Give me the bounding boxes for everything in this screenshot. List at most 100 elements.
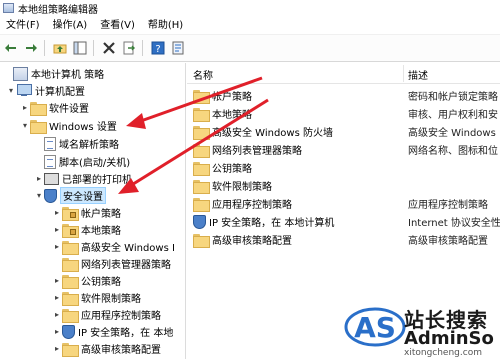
- list-row[interactable]: 帐户策略 密码和帐户锁定策略: [187, 87, 500, 104]
- folder-icon: [193, 233, 210, 248]
- tree-node-dns-policy[interactable]: 域名解析策略: [34, 135, 119, 152]
- tree-node-ip-security[interactable]: ▸ IP 安全策略，在 本地: [52, 323, 173, 340]
- back-button[interactable]: [2, 39, 20, 57]
- collapse-chevron-icon[interactable]: ▾: [20, 121, 30, 130]
- column-header-description[interactable]: 描述: [408, 67, 428, 82]
- collapse-chevron-icon[interactable]: ▾: [6, 86, 16, 95]
- folder-icon: [193, 89, 210, 104]
- tree-node-windows-firewall[interactable]: ▸ 高级安全 Windows I: [52, 238, 175, 255]
- tree-node-label: 域名解析策略: [59, 140, 119, 151]
- shield-icon: [44, 188, 57, 203]
- tree-node-scripts[interactable]: 脚本(启动/关机): [34, 153, 130, 170]
- list-row[interactable]: 高级审核策略配置 高级审核策略配置: [187, 231, 500, 248]
- properties-button[interactable]: [169, 39, 187, 57]
- svg-text:AS: AS: [354, 311, 396, 344]
- tree-node-advanced-audit[interactable]: ▸ 高级审核策略配置: [52, 340, 161, 357]
- row-name: 帐户策略: [212, 92, 252, 103]
- arrow-right-icon: [26, 44, 37, 52]
- folder-icon: [193, 143, 210, 158]
- list-row[interactable]: 本地策略 审核、用户权利和安: [187, 105, 500, 122]
- list-row[interactable]: 高级安全 Windows 防火墙 高级安全 Windows: [187, 123, 500, 140]
- list-header: 名称 描述: [187, 63, 500, 84]
- tree-node-security-settings[interactable]: ▾ 安全设置: [34, 187, 106, 204]
- menu-view[interactable]: 查看(V): [94, 16, 142, 35]
- tree-node-app-control[interactable]: ▸ 应用程序控制策略: [52, 306, 161, 323]
- arrow-left-icon: [5, 44, 16, 52]
- app-icon: [3, 3, 14, 13]
- list-row[interactable]: 软件限制策略: [187, 177, 500, 194]
- tree-node-computer-config[interactable]: ▾ 计算机配置: [6, 82, 85, 99]
- folder-icon: [62, 291, 79, 306]
- list-row[interactable]: 应用程序控制策略 应用程序控制策略: [187, 195, 500, 212]
- expand-chevron-icon[interactable]: ▸: [52, 225, 62, 234]
- tree-node-local-policy[interactable]: ▸ 本地策略: [52, 221, 121, 238]
- folder-up-icon: [53, 44, 67, 54]
- printer-icon: [44, 172, 59, 185]
- delete-button[interactable]: [100, 39, 118, 57]
- tree-node-windows-settings[interactable]: ▾ Windows 设置: [20, 117, 117, 134]
- watermark-url: xitongcheng.com: [404, 348, 482, 358]
- title-bar: 本地组策略编辑器: [0, 0, 500, 16]
- expand-chevron-icon[interactable]: ▸: [20, 103, 30, 112]
- locked-folder-icon: [62, 223, 79, 238]
- list-row[interactable]: 公钥策略: [187, 159, 500, 176]
- tree-node-software-settings[interactable]: ▸ 软件设置: [20, 99, 89, 116]
- menu-file[interactable]: 文件(F): [0, 16, 47, 35]
- tree-node-label: IP 安全策略，在 本地: [78, 328, 174, 339]
- row-description: 高级安全 Windows: [408, 128, 496, 139]
- expand-chevron-icon[interactable]: ▸: [52, 327, 62, 336]
- expand-chevron-icon[interactable]: ▸: [52, 310, 62, 319]
- site-watermark: AS 站长搜索 AdminSo xitongcheng.com: [344, 303, 500, 359]
- tree-node-public-key-policy[interactable]: ▸ 公钥策略: [52, 272, 121, 289]
- folder-icon: [193, 107, 210, 122]
- export-list-button[interactable]: [120, 39, 138, 57]
- folder-icon: [193, 179, 210, 194]
- tree-node-label: 高级审核策略配置: [81, 345, 161, 356]
- tree-node-network-list-policy[interactable]: 网络列表管理器策略: [52, 255, 171, 272]
- expand-chevron-icon[interactable]: ▸: [52, 208, 62, 217]
- tree-node-deployed-printers[interactable]: ▸ 已部署的打印机: [34, 170, 132, 187]
- column-header-name[interactable]: 名称: [193, 67, 213, 82]
- tree-node-local-computer-policy[interactable]: 本地计算机 策略: [3, 65, 104, 82]
- expand-chevron-icon[interactable]: ▸: [52, 293, 62, 302]
- expand-chevron-icon[interactable]: ▸: [52, 242, 62, 251]
- tree-node-software-restriction[interactable]: ▸ 软件限制策略: [52, 289, 141, 306]
- column-divider[interactable]: [403, 65, 404, 82]
- forward-button[interactable]: [22, 39, 40, 57]
- lock-icon: [70, 211, 76, 218]
- list-row[interactable]: IP 安全策略，在 本地计算机 Internet 协议安全性: [187, 213, 500, 230]
- properties-icon: [172, 41, 184, 55]
- tree-node-label: 帐户策略: [81, 209, 121, 220]
- expand-chevron-icon[interactable]: ▸: [52, 344, 62, 353]
- locked-folder-icon: [62, 206, 79, 221]
- collapse-chevron-icon[interactable]: ▾: [34, 191, 44, 200]
- up-folder-button[interactable]: [51, 39, 69, 57]
- show-tree-button[interactable]: [71, 39, 89, 57]
- help-button[interactable]: ?: [149, 39, 167, 57]
- list-row[interactable]: 网络列表管理器策略 网络名称、图标和位: [187, 141, 500, 158]
- expand-chevron-icon[interactable]: ▸: [34, 174, 44, 183]
- shield-icon: [193, 214, 206, 229]
- folder-icon: [193, 161, 210, 176]
- menu-help[interactable]: 帮助(H): [142, 16, 190, 35]
- folder-icon: [62, 274, 79, 289]
- tree-node-account-policy[interactable]: ▸ 帐户策略: [52, 204, 121, 221]
- tree-node-label: 软件设置: [49, 104, 89, 115]
- tree-node-label: 本地计算机 策略: [31, 70, 105, 81]
- watermark-en-text: AdminSo: [404, 328, 494, 349]
- policy-icon: [13, 66, 28, 81]
- menu-action[interactable]: 操作(A): [47, 16, 95, 35]
- folder-icon: [62, 308, 79, 323]
- row-description: 审核、用户权利和安: [408, 110, 498, 121]
- toolbar: ?: [0, 35, 500, 62]
- row-description: Internet 协议安全性: [408, 218, 500, 229]
- expand-chevron-icon[interactable]: ▸: [52, 276, 62, 285]
- folder-icon: [30, 101, 47, 116]
- tree-node-label: 软件限制策略: [81, 294, 141, 305]
- folder-icon: [193, 197, 210, 212]
- svg-text:?: ?: [155, 44, 160, 55]
- row-name: 公钥策略: [212, 164, 252, 175]
- tree-node-label: 网络列表管理器策略: [81, 260, 171, 271]
- tree-node-label: 应用程序控制策略: [81, 311, 161, 322]
- row-name: 软件限制策略: [212, 182, 272, 193]
